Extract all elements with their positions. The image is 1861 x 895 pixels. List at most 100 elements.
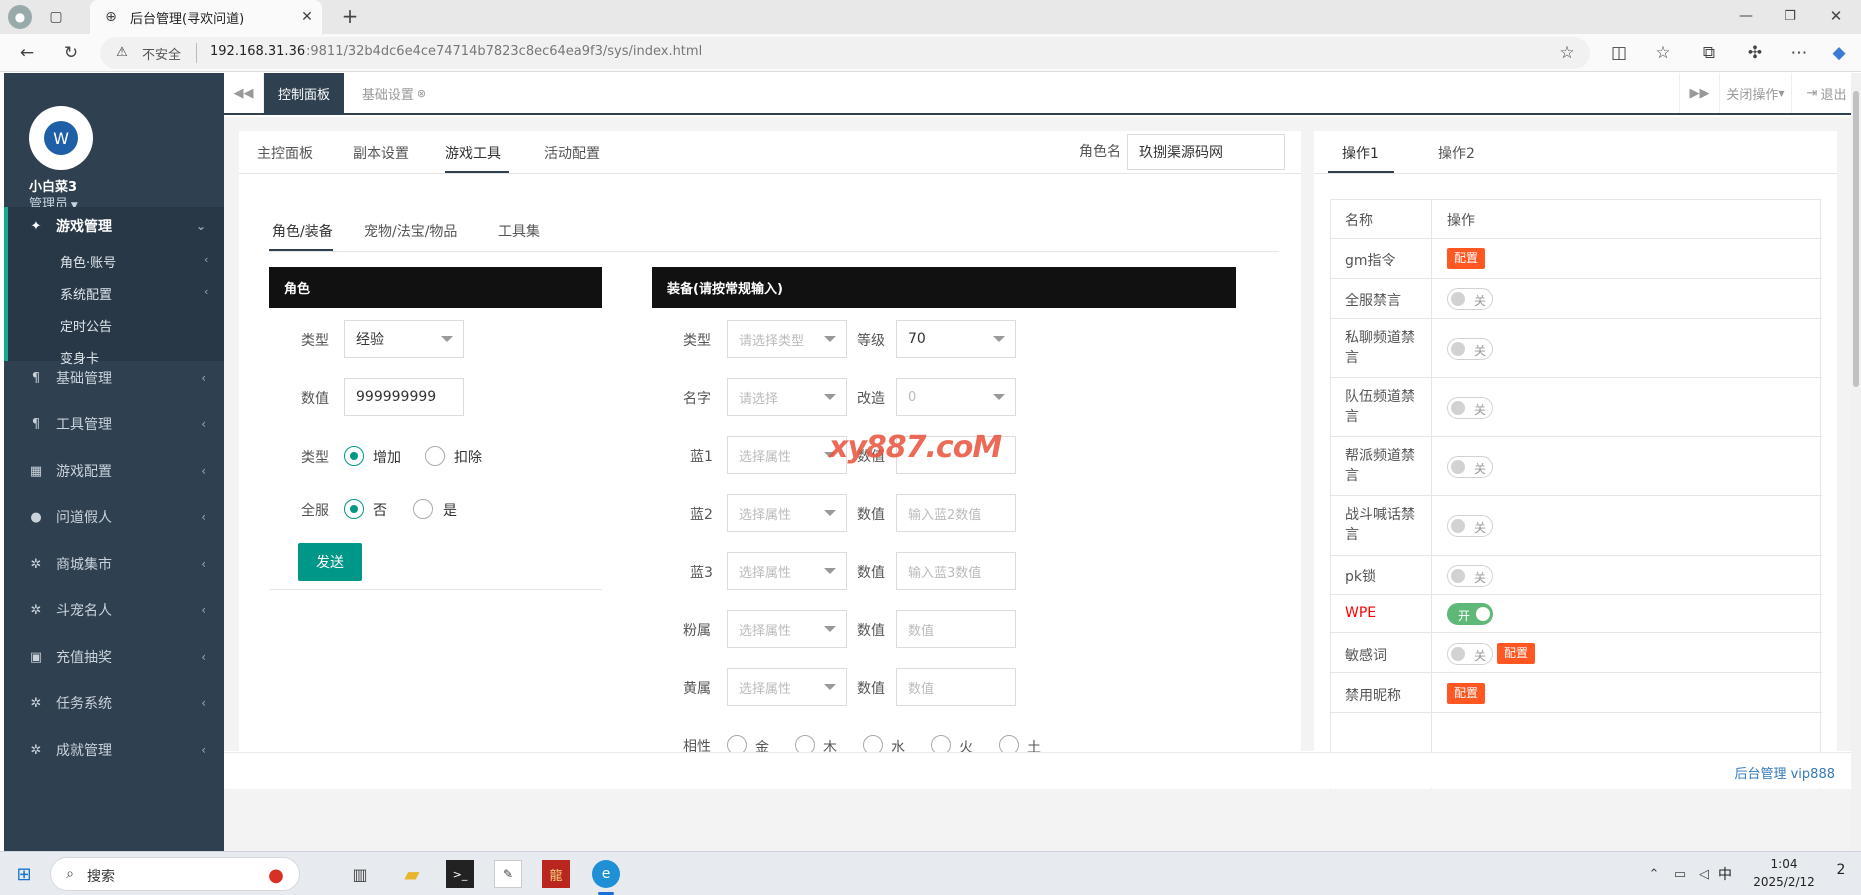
clock-time[interactable]: 1:04 xyxy=(1756,857,1812,871)
right-tab-op1[interactable]: 操作1 xyxy=(1342,143,1379,163)
role-value-input[interactable]: 999999999 xyxy=(344,378,464,416)
table-col-divider xyxy=(1431,200,1432,848)
sidebar-sub-system-config[interactable]: 系统配置 xyxy=(60,284,112,303)
scroll-left-icon[interactable]: ◀◀ xyxy=(224,73,264,113)
chevron-left-icon: ‹ xyxy=(201,557,206,571)
sidebar-sub-timed-notice[interactable]: 定时公告 xyxy=(60,316,112,335)
equip-modify-select[interactable]: 0 xyxy=(896,378,1016,416)
equip-type-select[interactable]: 请选择类型 xyxy=(727,320,847,358)
subtab-toolset[interactable]: 工具集 xyxy=(498,221,540,241)
windows-start-icon[interactable]: ⊞ xyxy=(12,862,36,886)
extensions-icon[interactable]: ✣ xyxy=(1744,42,1766,64)
sidebar-item-recharge[interactable]: ▣ 充值抽奖 ‹ xyxy=(4,634,224,680)
collections-icon[interactable]: ⧉ xyxy=(1698,42,1720,64)
config-button[interactable]: 配置 xyxy=(1447,248,1486,269)
scrollbar-thumb[interactable] xyxy=(1853,91,1859,387)
config-button[interactable]: 配置 xyxy=(1447,683,1486,704)
radio-all-no[interactable] xyxy=(344,499,364,519)
toggle-switch[interactable]: 关 xyxy=(1447,338,1493,360)
toggle-switch[interactable]: 关 xyxy=(1447,643,1493,665)
network-icon[interactable]: ▭ xyxy=(1670,864,1690,884)
split-screen-icon[interactable]: ◫ xyxy=(1608,42,1630,64)
clock-date[interactable]: 2025/2/12 xyxy=(1740,875,1828,889)
terminal-icon[interactable]: >_ xyxy=(446,860,474,888)
radio-add[interactable] xyxy=(344,446,364,466)
attr-select[interactable]: 选择属性 xyxy=(727,552,847,590)
back-arrow-icon[interactable]: ← xyxy=(16,42,38,64)
subtab-pet-items[interactable]: 宠物/法宝/物品 xyxy=(364,221,457,241)
profile-avatar-icon[interactable]: ● xyxy=(8,5,32,29)
main-tab-dungeon[interactable]: 副本设置 xyxy=(353,143,409,163)
new-tab-button[interactable]: + xyxy=(338,4,362,28)
toggle-switch[interactable]: 关 xyxy=(1447,456,1493,478)
equip-level-select[interactable]: 70 xyxy=(896,320,1016,358)
ime-indicator[interactable]: 中 xyxy=(1718,864,1732,884)
notification-bell-icon[interactable]: 2 xyxy=(1830,862,1852,884)
role-type-select[interactable]: 经验 xyxy=(344,320,464,358)
attr-value-input[interactable]: 数值 xyxy=(896,668,1016,706)
scroll-right-icon[interactable]: ▶▶ xyxy=(1679,73,1719,113)
tab-basic-settings[interactable]: 基础设置 ⊗ xyxy=(344,73,444,113)
table-row-divider xyxy=(1331,278,1822,279)
sidebar-item-tool-mgmt[interactable]: ¶ 工具管理 ‹ xyxy=(4,401,224,447)
role-name-input[interactable]: 玖捌渠源码网 xyxy=(1127,134,1285,170)
sidebar-item-basic-mgmt[interactable]: ¶ 基础管理 ‹ xyxy=(4,355,224,401)
copilot-icon[interactable]: ◆ xyxy=(1828,42,1850,64)
sidebar-item-mall[interactable]: ✲ 商城集市 ‹ xyxy=(4,541,224,587)
favorite-star-icon[interactable]: ☆ xyxy=(1556,42,1578,64)
sidebar-item-fake-players[interactable]: ● 问道假人 ‹ xyxy=(4,494,224,540)
toggle-switch[interactable]: 关 xyxy=(1447,397,1493,419)
taskbar-search[interactable]: ⌕ 搜索 ● xyxy=(50,857,300,891)
file-explorer-icon[interactable]: ▰ xyxy=(398,860,426,888)
sidebar-item-tasks[interactable]: ✲ 任务系统 ‹ xyxy=(4,680,224,726)
sidebar-item-pet-fame[interactable]: ✲ 斗宠名人 ‹ xyxy=(4,587,224,633)
gear-icon: ✲ xyxy=(30,556,42,572)
tab-actions-icon[interactable]: ▢ xyxy=(46,7,66,27)
task-view-icon[interactable]: ▥ xyxy=(348,862,372,886)
attr-select[interactable]: 选择属性 xyxy=(727,610,847,648)
more-menu-icon[interactable]: ⋯ xyxy=(1788,42,1810,64)
config-button[interactable]: 配置 xyxy=(1497,643,1536,664)
toggle-label: 开 xyxy=(1458,609,1471,623)
right-tab-op2[interactable]: 操作2 xyxy=(1438,143,1475,163)
sidebar-item-game-mgmt[interactable]: ✦ 游戏管理 ⌄ xyxy=(4,203,224,249)
attr-value-input[interactable]: 输入蓝3数值 xyxy=(896,552,1016,590)
attr-select[interactable]: 选择属性 xyxy=(727,668,847,706)
attr-value-input[interactable]: 数值 xyxy=(896,610,1016,648)
sidebar-sub-role-account[interactable]: 角色·账号 xyxy=(60,252,116,271)
main-tab-activity[interactable]: 活动配置 xyxy=(544,143,600,163)
game-app-icon[interactable]: 龍 xyxy=(542,860,570,888)
close-tab-icon[interactable]: ✕ xyxy=(298,8,316,26)
sidebar-item-game-config[interactable]: ▦ 游戏配置 ‹ xyxy=(4,448,224,494)
tray-chevron-up-icon[interactable]: ⌃ xyxy=(1644,864,1664,884)
radio-all-yes[interactable] xyxy=(413,499,433,519)
tab-dashboard[interactable]: 控制面板 xyxy=(264,73,344,113)
toggle-switch[interactable]: 关 xyxy=(1447,565,1493,587)
url-field[interactable]: ⚠ 不安全 192.168.31.36 :9811/32b4dc6e4ce747… xyxy=(100,37,1590,69)
minimize-icon[interactable]: — xyxy=(1736,6,1756,26)
main-tab-game-tools[interactable]: 游戏工具 xyxy=(445,143,501,163)
attr-value-input[interactable]: 输入蓝2数值 xyxy=(896,494,1016,532)
page-scrollbar[interactable] xyxy=(1851,73,1861,851)
sidebar-item-achievements[interactable]: ✲ 成就管理 ‹ xyxy=(4,727,224,773)
edge-browser-icon[interactable]: e xyxy=(592,860,620,888)
close-ops-dropdown[interactable]: 关闭操作 ▼ xyxy=(1719,73,1791,113)
browser-tab-active[interactable]: ⊕ 后台管理(寻欢问道) ✕ xyxy=(90,0,322,34)
refresh-icon[interactable]: ↻ xyxy=(60,42,82,64)
send-button[interactable]: 发送 xyxy=(298,543,362,581)
favorites-icon[interactable]: ☆ xyxy=(1652,42,1674,64)
restore-icon[interactable]: ❐ xyxy=(1780,6,1800,26)
main-tab-console[interactable]: 主控面板 xyxy=(257,143,313,163)
attr-select[interactable]: 选择属性 xyxy=(727,494,847,532)
app-icon[interactable]: ✎ xyxy=(494,860,522,888)
close-window-icon[interactable]: ✕ xyxy=(1826,6,1846,26)
toggle-switch[interactable]: 关 xyxy=(1447,515,1493,537)
volume-icon[interactable]: ◁ xyxy=(1694,864,1714,884)
toggle-switch-on[interactable]: 开 xyxy=(1447,603,1493,625)
radio-deduct[interactable] xyxy=(425,446,445,466)
subtab-role-equip[interactable]: 角色/装备 xyxy=(272,221,333,241)
toggle-switch[interactable]: 关 xyxy=(1447,288,1493,310)
equip-name-select[interactable]: 请选择 xyxy=(727,378,847,416)
tab-label: 活动配置 xyxy=(544,146,600,162)
close-circle-icon[interactable]: ⊗ xyxy=(417,87,426,100)
